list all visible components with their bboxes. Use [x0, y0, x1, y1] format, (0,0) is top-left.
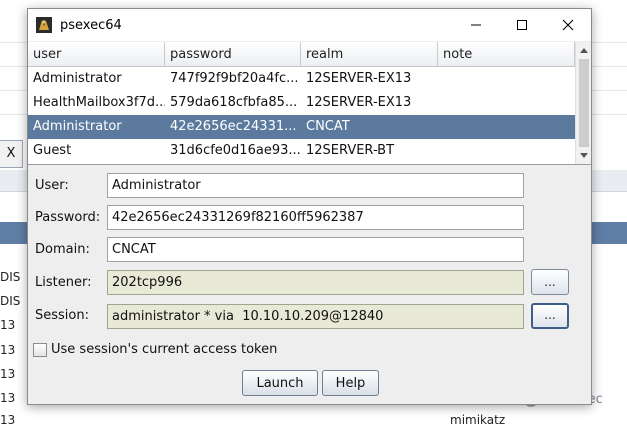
cell-user: Guest [33, 143, 72, 158]
bg-cell: mimikatz [450, 413, 506, 427]
cell-password: 747f92f9bf20a4fc... [170, 71, 299, 86]
close-icon [562, 19, 574, 31]
cell-password: 31d6cfe0d16ae93... [170, 143, 301, 158]
bg-cell: 13 [0, 367, 16, 381]
cell-password: 42e2656ec24331... [170, 119, 297, 134]
table-scrollbar[interactable] [575, 42, 591, 164]
bg-cell: 13 [0, 391, 16, 405]
password-label: Password: [35, 210, 101, 225]
column-header-password[interactable]: password [165, 42, 301, 67]
column-header-user[interactable]: user [28, 42, 165, 67]
user-label: User: [35, 178, 69, 193]
cell-note [438, 139, 575, 163]
table-header: user password realm note [28, 42, 575, 67]
cell-password: 579da618cfbfa85... [170, 95, 298, 110]
domain-label: Domain: [35, 242, 90, 257]
cell-realm: CNCAT [306, 119, 350, 134]
bg-cell: 13 [0, 413, 16, 427]
session-label: Session: [35, 308, 89, 323]
psexec-dialog: psexec64 user password realm note Admini… [27, 8, 592, 405]
cell-realm: 12SERVER-EX13 [306, 71, 412, 86]
session-browse-button[interactable]: ... [531, 303, 569, 329]
table-body: Administrator 747f92f9bf20a4fc... 12SERV… [28, 67, 575, 163]
window-controls [453, 9, 591, 41]
session-field[interactable] [107, 304, 524, 329]
bg-tab-close[interactable]: X [0, 140, 23, 168]
password-field[interactable] [107, 205, 524, 230]
title-bar[interactable]: psexec64 [28, 9, 591, 41]
bg-cell: 13 [0, 343, 16, 357]
app-icon [36, 17, 52, 33]
launch-button[interactable]: Launch [242, 370, 318, 396]
help-button[interactable]: Help [322, 370, 379, 396]
close-button[interactable] [545, 9, 591, 41]
minimize-button[interactable] [453, 9, 499, 41]
cell-user: Administrator [33, 119, 122, 134]
cell-note [438, 115, 575, 139]
table-row[interactable]: Administrator 747f92f9bf20a4fc... 12SERV… [28, 67, 575, 91]
bg-cell: DIS [0, 270, 21, 284]
cell-realm: 12SERVER-BT [306, 143, 395, 158]
scroll-thumb[interactable] [579, 59, 589, 147]
cell-note [438, 91, 575, 115]
bg-cell: 13 [0, 318, 16, 332]
window-title: psexec64 [60, 17, 122, 33]
maximize-icon [517, 20, 527, 30]
access-token-checkbox[interactable] [33, 343, 47, 357]
scroll-up-icon [580, 48, 588, 53]
column-header-realm[interactable]: realm [301, 42, 438, 67]
listener-label: Listener: [35, 275, 92, 290]
table-row[interactable]: HealthMailbox3f7d... 579da618cfbfa85... … [28, 91, 575, 115]
listener-field[interactable] [107, 270, 524, 295]
cell-user: Administrator [33, 71, 122, 86]
cell-user: HealthMailbox3f7d... [33, 95, 165, 110]
cell-note [438, 67, 575, 91]
column-header-note[interactable]: note [438, 42, 575, 67]
scroll-down-button[interactable] [576, 148, 592, 164]
scroll-up-button[interactable] [576, 42, 592, 58]
cell-realm: 12SERVER-EX13 [306, 95, 412, 110]
credentials-table: user password realm note Administrator 7… [28, 42, 591, 165]
maximize-button[interactable] [499, 9, 545, 41]
domain-field[interactable] [107, 237, 524, 262]
bg-cell: DIS [0, 294, 21, 308]
table-row[interactable]: Guest 31d6cfe0d16ae93... 12SERVER-BT [28, 139, 575, 163]
minimize-icon [471, 24, 481, 26]
table-row-selected[interactable]: Administrator 42e2656ec24331... CNCAT [28, 115, 575, 139]
user-field[interactable] [107, 173, 524, 198]
access-token-checkbox-label[interactable]: Use session's current access token [51, 342, 277, 357]
scroll-down-icon [580, 153, 588, 158]
listener-browse-button[interactable]: ... [531, 269, 569, 295]
